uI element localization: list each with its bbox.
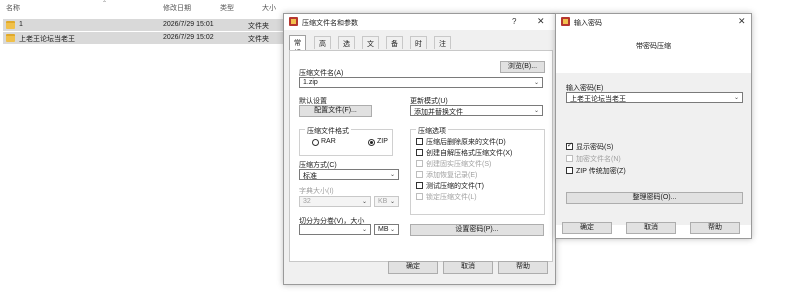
general-panel: 压缩文件名(A) 浏览(B)... 1.zip ⌄ 默认设置 配置文件(F)..… [289,50,553,262]
sort-chevron-icon: ⌃ [102,1,108,7]
tab-general[interactable]: 常规 [289,35,306,57]
dict-value: 32 [303,198,311,205]
tab-comment[interactable]: 注释 [434,36,451,58]
profiles-button[interactable]: 配置文件(F)... [299,105,372,117]
file-type: 文件夹 [248,36,269,43]
close-icon[interactable]: ✕ [537,16,545,27]
recovery-label: 添加恢复记录(E) [426,172,478,179]
file-row[interactable]: 上老王论坛当老王 2026/7/29 15:02 文件夹 [3,32,288,44]
update-mode-select[interactable]: 添加并替换文件 ⌄ [410,105,543,116]
test-checkbox[interactable] [416,182,423,189]
chevron-down-icon: ⌄ [533,80,539,86]
col-modified[interactable]: 修改日期 [163,3,191,13]
winrar-icon [561,17,570,26]
method-value: 标准 [303,173,317,180]
chevron-down-icon: ⌄ [389,199,395,205]
dict-unit-select[interactable]: KB ⌄ [374,196,399,207]
organize-passwords-button[interactable]: 整理密码(O)... [566,192,743,204]
delete-after-label: 压缩后删除原来的文件(D) [426,139,506,146]
col-name[interactable]: 名称 [6,3,20,13]
chevron-down-icon: ⌄ [361,199,367,205]
cancel-button[interactable]: 取消 [443,261,493,274]
password-dialog: 输入密码 ✕ 带密码压缩 输入密码(E) 上老王论坛当老王 ⌄ 显示密码(S) … [555,13,752,239]
winrar-icon [289,17,298,26]
archive-name-value: 1.zip [303,79,318,86]
file-name: 上老王论坛当老王 [19,36,75,43]
password-combo[interactable]: 上老王论坛当老王 ⌄ [566,92,743,103]
zip-legacy-checkbox[interactable] [566,167,573,174]
method-select[interactable]: 标准 ⌄ [299,169,399,180]
file-row[interactable]: 1 2026/7/29 15:01 文件夹 [3,19,288,31]
options-group-label: 压缩选项 [416,126,448,136]
zip-label: ZIP [377,138,388,145]
help-button[interactable]: 帮助 [690,222,740,234]
chevron-down-icon: ⌄ [389,172,395,178]
help-icon[interactable]: ? [512,17,516,26]
encrypt-names-label: 加密文件名(N) [576,156,621,163]
lock-label: 锁定压缩文件(L) [426,194,477,201]
test-label: 测试压缩的文件(T) [426,183,484,190]
password-body: 输入密码(E) 上老王论坛当老王 ⌄ 显示密码(S) 加密文件名(N) ZIP … [556,73,751,225]
set-password-button[interactable]: 设置密码(P)... [410,224,544,236]
tab-files[interactable]: 文件 [362,36,379,58]
close-icon[interactable]: ✕ [738,16,746,27]
file-modified: 2026/7/29 15:02 [163,34,214,41]
password-header: 带密码压缩 [556,30,751,73]
archive-dialog-titlebar[interactable]: 压缩文件名和参数 ? ✕ [284,14,555,30]
browse-button[interactable]: 浏览(B)... [500,61,545,73]
file-modified: 2026/7/29 15:01 [163,21,214,28]
tab-time[interactable]: 时间 [410,36,427,58]
cancel-button[interactable]: 取消 [626,222,676,234]
tab-advanced[interactable]: 高级 [314,36,331,58]
zip-radio[interactable] [368,139,375,146]
ok-button[interactable]: 确定 [388,261,438,274]
delete-after-checkbox[interactable] [416,138,423,145]
col-size[interactable]: 大小 [262,3,276,13]
col-type[interactable]: 类型 [220,3,234,13]
password-heading: 带密码压缩 [636,43,671,50]
split-combo[interactable]: ⌄ [299,224,371,235]
chevron-down-icon: ⌄ [361,227,367,233]
password-dialog-title: 输入密码 [574,20,602,27]
dict-unit: KB [378,198,388,205]
dict-select[interactable]: 32 ⌄ [299,196,371,207]
encrypt-names-checkbox[interactable] [566,155,573,162]
lock-checkbox[interactable] [416,193,423,200]
rar-radio[interactable] [312,139,319,146]
archive-name-combo[interactable]: 1.zip ⌄ [299,77,543,88]
file-name: 1 [19,21,23,28]
folder-icon [6,34,15,42]
split-unit-select[interactable]: MB ⌄ [374,224,399,235]
tab-backup[interactable]: 备份 [386,36,403,58]
explorer-header: 名称 ⌃ 修改日期 类型 大小 [0,0,800,14]
ok-button[interactable]: 确定 [562,222,612,234]
solid-checkbox[interactable] [416,160,423,167]
folder-icon [6,21,15,29]
password-value: 上老王论坛当老王 [570,96,626,103]
show-password-label: 显示密码(S) [576,144,614,151]
rar-label: RAR [321,138,336,145]
tab-options[interactable]: 选项 [338,36,355,58]
solid-label: 创建固实压缩文件(S) [426,161,492,168]
archive-dialog-title: 压缩文件名和参数 [302,20,358,27]
dict-label: 字典大小(I) [299,188,334,195]
recovery-checkbox[interactable] [416,171,423,178]
archive-dialog: 压缩文件名和参数 ? ✕ 常规 高级 选项 文件 备份 时间 注释 压缩文件名(… [283,13,556,285]
chevron-down-icon: ⌄ [733,95,739,101]
password-dialog-titlebar[interactable]: 输入密码 ✕ [556,14,751,30]
split-unit: MB [378,226,389,233]
help-button[interactable]: 帮助 [498,261,548,274]
chevron-down-icon: ⌄ [389,227,395,233]
zip-legacy-label: ZIP 传统加密(Z) [576,168,626,175]
sfx-label: 创建自解压格式压缩文件(X) [426,150,513,157]
update-mode-value: 添加并替换文件 [414,109,463,116]
show-password-checkbox[interactable] [566,141,573,150]
chevron-down-icon: ⌄ [533,108,539,114]
sfx-checkbox[interactable] [416,149,423,156]
file-type: 文件夹 [248,23,269,30]
format-group-label: 压缩文件格式 [305,126,351,136]
